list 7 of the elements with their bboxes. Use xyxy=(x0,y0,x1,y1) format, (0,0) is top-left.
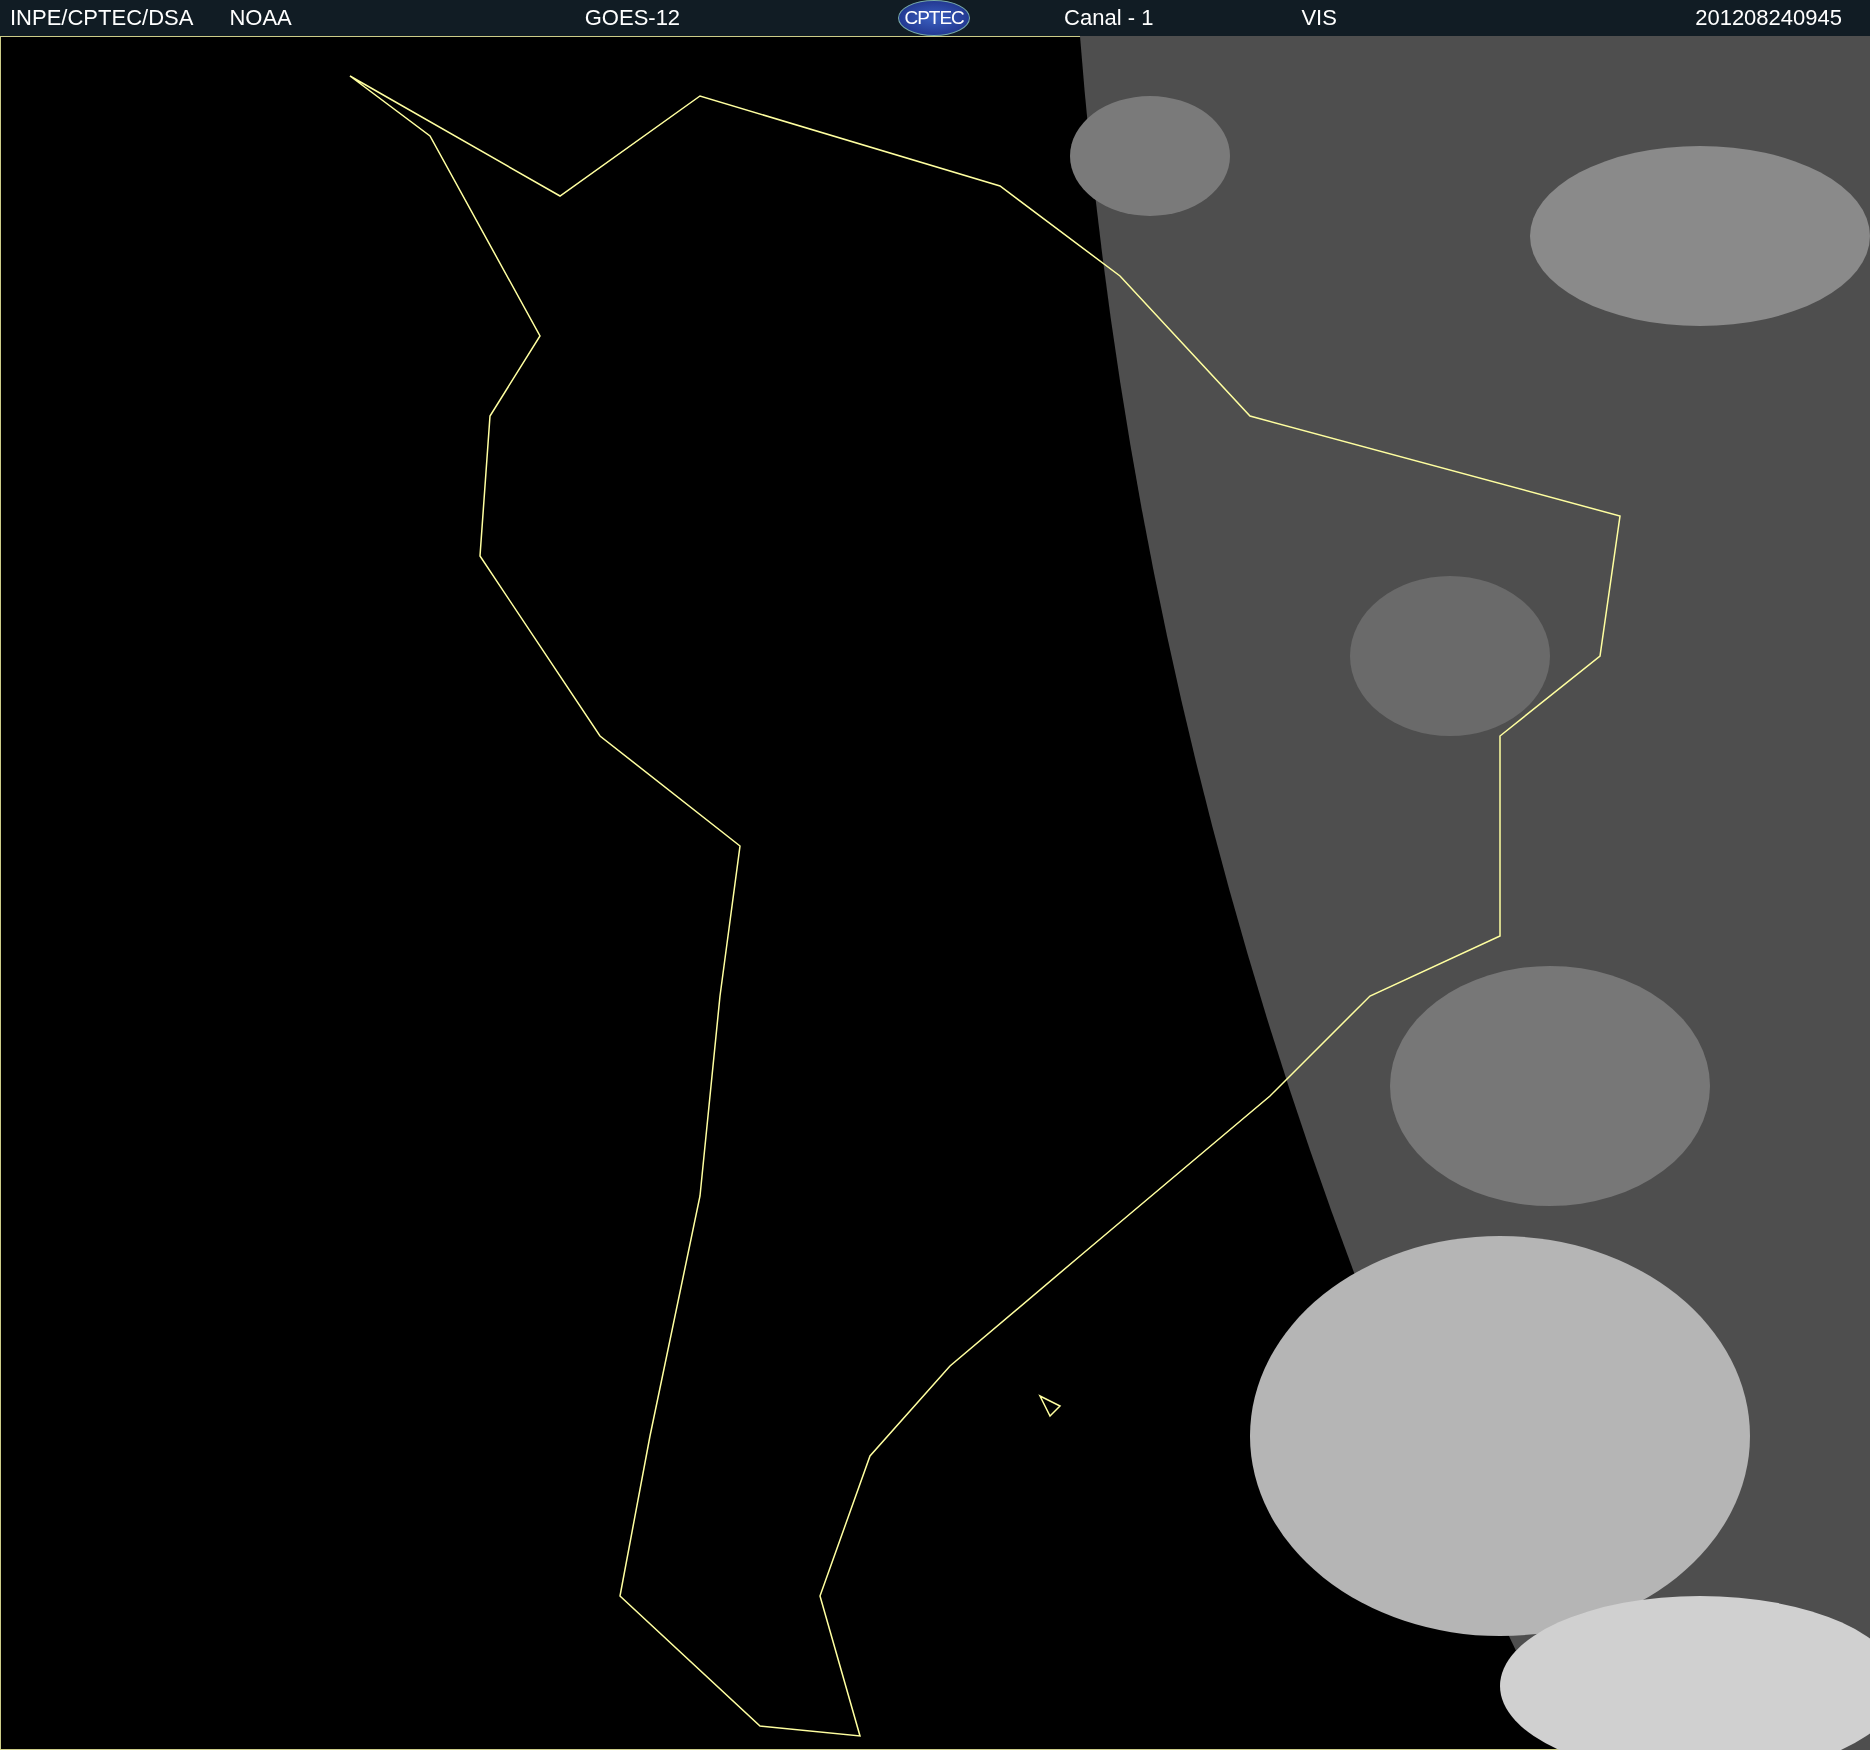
cptec-logo: CPTEC xyxy=(898,0,971,36)
channel-label: Canal - 1 xyxy=(1064,5,1154,31)
institution-label: INPE/CPTEC/DSA xyxy=(10,5,194,31)
agency-label: NOAA xyxy=(229,5,292,31)
band-label: VIS xyxy=(1301,5,1337,31)
timestamp-label: 201208240945 xyxy=(1695,5,1842,31)
satellite-label: GOES-12 xyxy=(584,5,681,31)
